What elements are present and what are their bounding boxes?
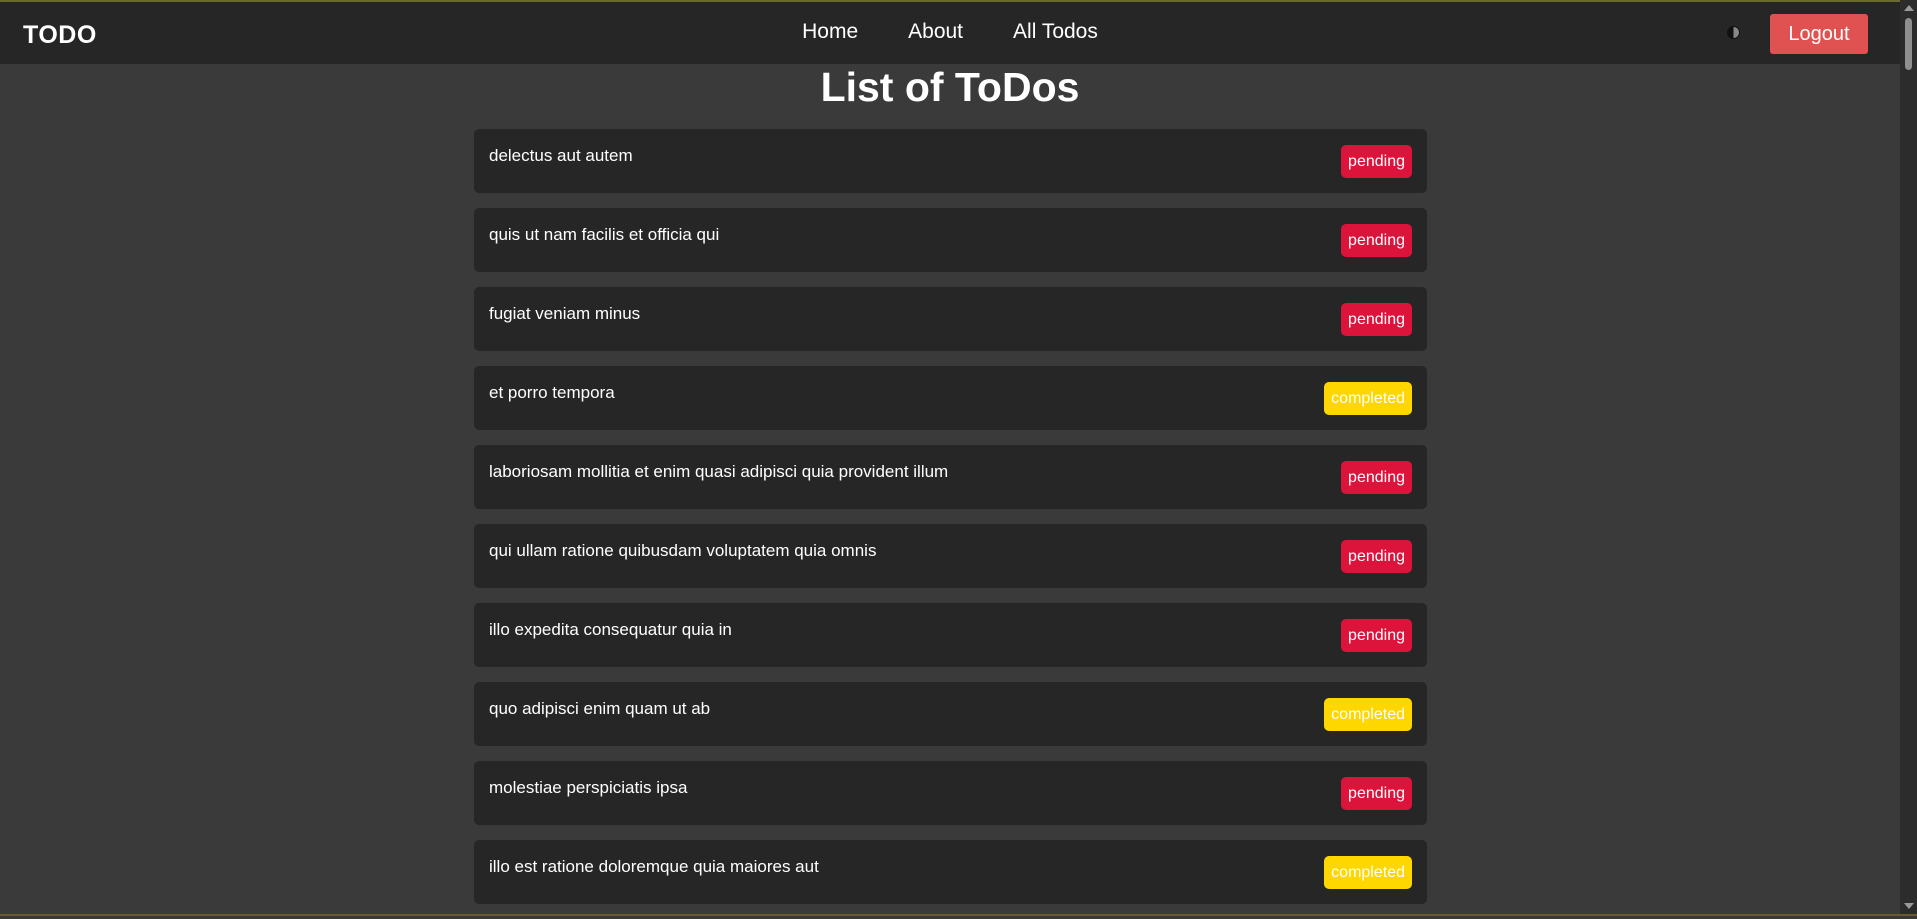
todo-item[interactable]: illo expedita consequatur quia in pending <box>474 603 1427 667</box>
status-badge[interactable]: completed <box>1324 698 1412 731</box>
status-badge[interactable]: pending <box>1341 619 1412 652</box>
scrollbar-thumb[interactable] <box>1905 18 1912 70</box>
status-badge[interactable]: pending <box>1341 303 1412 336</box>
todo-item[interactable]: quis ut nam facilis et officia qui pendin… <box>474 208 1427 272</box>
todo-item[interactable]: delectus aut autem pending <box>474 129 1427 193</box>
todo-item[interactable]: laboriosam mollitia et enim quasi adipis… <box>474 445 1427 509</box>
status-badge[interactable]: pending <box>1341 540 1412 573</box>
status-badge[interactable]: pending <box>1341 145 1412 178</box>
nav-link-all-todos[interactable]: All Todos <box>1013 20 1098 44</box>
todo-item[interactable]: et porro tempora completed <box>474 366 1427 430</box>
scrollbar[interactable] <box>1900 0 1917 916</box>
nav-links: Home About All Todos <box>0 20 1900 44</box>
todo-title: qui ullam ratione quibusdam voluptatem q… <box>489 541 877 560</box>
todo-item[interactable]: qui ullam ratione quibusdam voluptatem q… <box>474 524 1427 588</box>
todo-title: molestiae perspiciatis ipsa <box>489 778 688 797</box>
nav-link-home[interactable]: Home <box>802 20 858 44</box>
contrast-icon[interactable] <box>1727 26 1740 39</box>
todo-title: delectus aut autem <box>489 146 633 165</box>
nav-link-about[interactable]: About <box>908 20 963 44</box>
todo-item[interactable]: quo adipisci enim quam ut ab completed <box>474 682 1427 746</box>
todo-title: illo est ratione doloremque quia maiores… <box>489 857 819 876</box>
status-badge[interactable]: completed <box>1324 856 1412 889</box>
todo-title: laboriosam mollitia et enim quasi adipis… <box>489 462 949 481</box>
todo-item[interactable]: fugiat veniam minus pending <box>474 287 1427 351</box>
todo-title: et porro tempora <box>489 383 615 402</box>
todo-title: quo adipisci enim quam ut ab <box>489 699 711 718</box>
status-badge[interactable]: completed <box>1324 382 1412 415</box>
page-title: List of ToDos <box>820 64 1080 110</box>
todo-list: delectus aut autem pending quis ut nam fac… <box>474 129 1427 919</box>
status-badge[interactable]: pending <box>1341 224 1412 257</box>
todo-title: illo expedita consequatur quia in <box>489 620 732 639</box>
navbar: TODO Home About All Todos Logout <box>0 2 1900 64</box>
scroll-down-arrow-icon[interactable] <box>1904 903 1914 909</box>
todo-item[interactable]: illo est ratione doloremque quia maiores… <box>474 840 1427 904</box>
logout-button[interactable]: Logout <box>1770 14 1868 54</box>
todo-title: quis ut nam facilis et officia qui <box>489 225 720 244</box>
status-badge[interactable]: pending <box>1341 461 1412 494</box>
todo-item[interactable]: molestiae perspiciatis ipsa pending <box>474 761 1427 825</box>
status-badge[interactable]: pending <box>1341 777 1412 810</box>
todo-title: fugiat veniam minus <box>489 304 641 323</box>
scroll-up-arrow-icon[interactable] <box>1904 5 1914 11</box>
